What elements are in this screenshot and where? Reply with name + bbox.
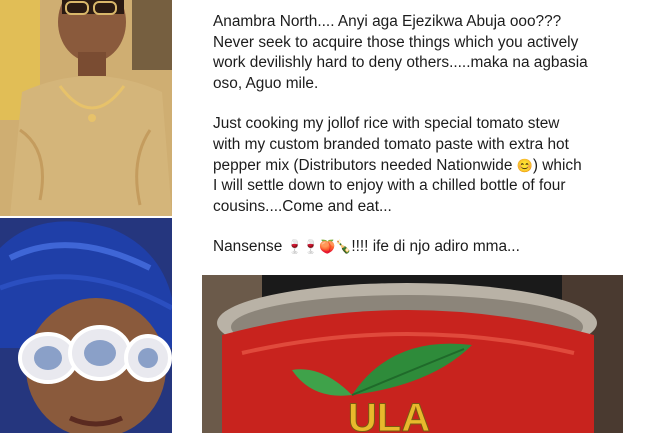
post-paragraph-3-start: Nansense — [213, 238, 287, 256]
smiling-face-emoji-icon: 😊 — [516, 157, 533, 173]
wine-and-bottle-emoji-icons: 🍷🍷🍑🍾 — [286, 239, 352, 255]
woman-portrait-photo — [0, 0, 172, 216]
post-paragraph-3-end: !!!! ife di njo adiro mma... — [351, 238, 520, 256]
post-text: Anambra North.... Anyi aga Ejezikwa Abuj… — [213, 12, 633, 278]
post-paragraph-2: Just cooking my jollof rice with special… — [213, 114, 633, 217]
post-paragraph-3: Nansense 🍷🍷🍑🍾!!!! ife di njo adiro mma..… — [213, 237, 633, 258]
brand-text: ULA — [348, 396, 430, 433]
sunglasses-shape — [18, 325, 172, 384]
tomato-paste-can-illustration: ULA — [202, 275, 623, 433]
woman-portrait-illustration — [0, 0, 172, 216]
post-paragraph-2-start: Just cooking my jollof rice with special… — [213, 115, 569, 174]
woman-sunglasses-photo — [0, 218, 172, 433]
woman-sunglasses-illustration — [0, 218, 172, 433]
tomato-paste-can-photo: ULA — [202, 275, 623, 433]
post-paragraph-1: Anambra North.... Anyi aga Ejezikwa Abuj… — [213, 13, 588, 92]
